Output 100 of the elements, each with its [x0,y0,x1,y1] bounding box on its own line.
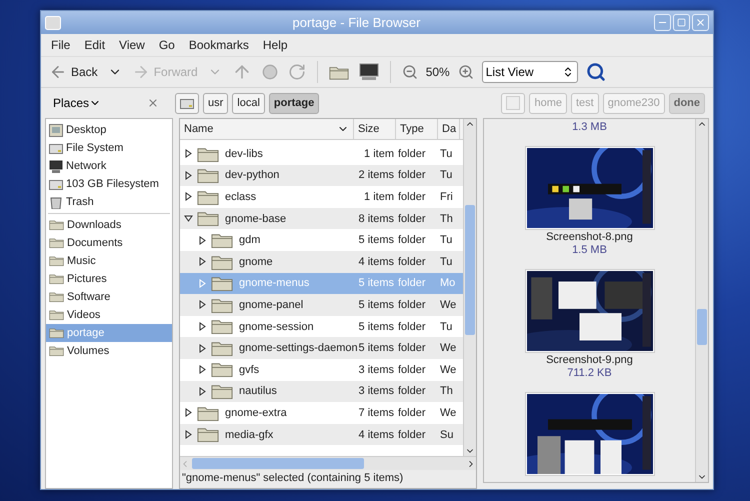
expander-icon[interactable] [184,214,193,224]
path-button[interactable]: portage [268,92,320,114]
drive-path-button[interactable] [175,92,199,114]
scrollbar-thumb[interactable] [465,205,475,335]
sidebar-item[interactable]: Pictures [46,270,172,288]
expander-icon[interactable] [198,257,207,266]
desktop-icon [49,124,63,136]
stop-button[interactable] [260,62,280,82]
expander-icon[interactable] [184,408,193,418]
folder-icon [197,404,219,422]
size-cell-text: 1 item [363,190,395,203]
folder-icon [197,426,219,443]
circle-icon [262,64,278,80]
menu-item[interactable]: Bookmarks [182,38,255,52]
expander-icon[interactable] [184,192,193,202]
back-button[interactable]: Back [47,61,100,83]
sidebar-item[interactable]: Desktop [46,121,172,139]
folder-icon [197,188,219,206]
column-header[interactable]: Size [354,119,396,139]
computer-icon [49,160,63,172]
size-cell-text: 5 items [358,320,395,333]
folder-icon [49,291,64,303]
sidebar-item[interactable]: Music [46,252,172,270]
sidebar-item[interactable]: 103 GB Filesystem [46,175,172,193]
file-name: Screenshot-8.png [546,231,633,243]
menu-item[interactable]: Go [152,38,181,52]
date-cell-text: Th [439,212,454,225]
close-icon [695,17,706,28]
type-cell-text: folder [397,428,427,441]
zoom-in-icon [458,64,474,80]
size-cell-text: 8 items [358,212,395,225]
computer-button[interactable] [356,61,381,83]
file-name: gnome-extra [224,406,288,419]
expander-icon[interactable] [184,430,193,440]
file-row[interactable]: gnome-base 8 items folder Th [180,208,463,230]
menu-item[interactable]: File [45,38,76,52]
type-cell-text: folder [397,169,427,182]
sidebar-item[interactable]: Trash [46,193,172,211]
date-cell-text: Fri [439,190,454,203]
maximize-button[interactable] [673,14,690,31]
expander-icon[interactable] [198,236,207,245]
minimize-button[interactable] [654,14,671,31]
folder-icon [197,146,219,162]
sidebar-item[interactable]: Volumes [46,342,172,360]
expander-icon[interactable] [198,365,207,374]
size-cell-text: 2 items [358,169,395,182]
file-row[interactable]: nautilus 3 items folder Th [180,380,463,402]
expander-icon[interactable] [198,322,207,332]
file-name: gvfs [238,364,260,376]
type-cell-text: folder [397,298,427,311]
vertical-scrollbar[interactable] [695,119,708,482]
expander-icon[interactable] [198,344,207,353]
file-row[interactable]: gnome 4 items folder Tu [180,250,463,273]
column-header[interactable]: Type [396,119,438,139]
sidebar-item[interactable]: Videos [46,306,172,324]
reload-icon [288,63,306,81]
sidebar-item[interactable]: Downloads [46,216,172,234]
date-cell-text: We [439,406,458,419]
view-select[interactable]: List View [482,61,578,83]
folder-icon [49,237,64,249]
file-name: gnome-menus [238,277,310,290]
size-cell-text: 1 item [363,148,395,160]
file-row[interactable]: media-gfx 4 items folder Su [180,424,463,446]
horizontal-scrollbar[interactable] [180,456,476,470]
places-dropdown[interactable]: Places [45,96,145,110]
date-cell-text: We [439,298,458,311]
type-cell-text: folder [397,406,427,419]
size-cell-text: 5 items [358,234,395,246]
expander-icon[interactable] [198,386,207,396]
column-header[interactable]: Da [438,119,460,139]
expander-icon[interactable] [184,170,193,180]
folder-icon [211,361,233,378]
folder-icon [49,327,64,339]
expander-icon[interactable] [184,149,193,158]
sidebar-item[interactable]: Network [46,157,172,175]
vertical-scrollbar[interactable] [463,119,476,456]
folder-icon [211,340,233,356]
file-row[interactable]: gnome-settings-daemon5 items folder We [180,337,463,359]
expander-icon[interactable] [198,300,207,310]
menu-item[interactable]: Help [256,38,294,52]
type-cell-text: folder [397,342,427,354]
size-cell-text: 5 items [358,277,395,290]
maximize-icon [677,18,686,27]
scrollbar-thumb[interactable] [697,309,707,345]
close-button[interactable] [692,14,709,31]
path-button[interactable]: local [232,92,265,114]
sidebar-item[interactable]: File System [46,139,172,157]
search-icon [586,62,606,82]
type-cell-text: folder [397,190,427,203]
folder-icon [211,232,233,248]
menu-item[interactable]: Edit [78,38,112,52]
menu-item[interactable]: View [113,38,151,52]
window-menu-icon[interactable] [45,16,61,30]
scrollbar-thumb[interactable] [192,458,364,469]
path-button[interactable]: usr [203,92,228,114]
file-row[interactable]: gnome-panel 5 items folder We [180,294,463,316]
sidebar-item[interactable]: Documents [46,234,172,252]
sidebar-item[interactable]: Software [46,288,172,306]
column-header[interactable]: Name [180,119,354,139]
file-row[interactable]: dev-python 2 items folder Tu [180,164,463,186]
